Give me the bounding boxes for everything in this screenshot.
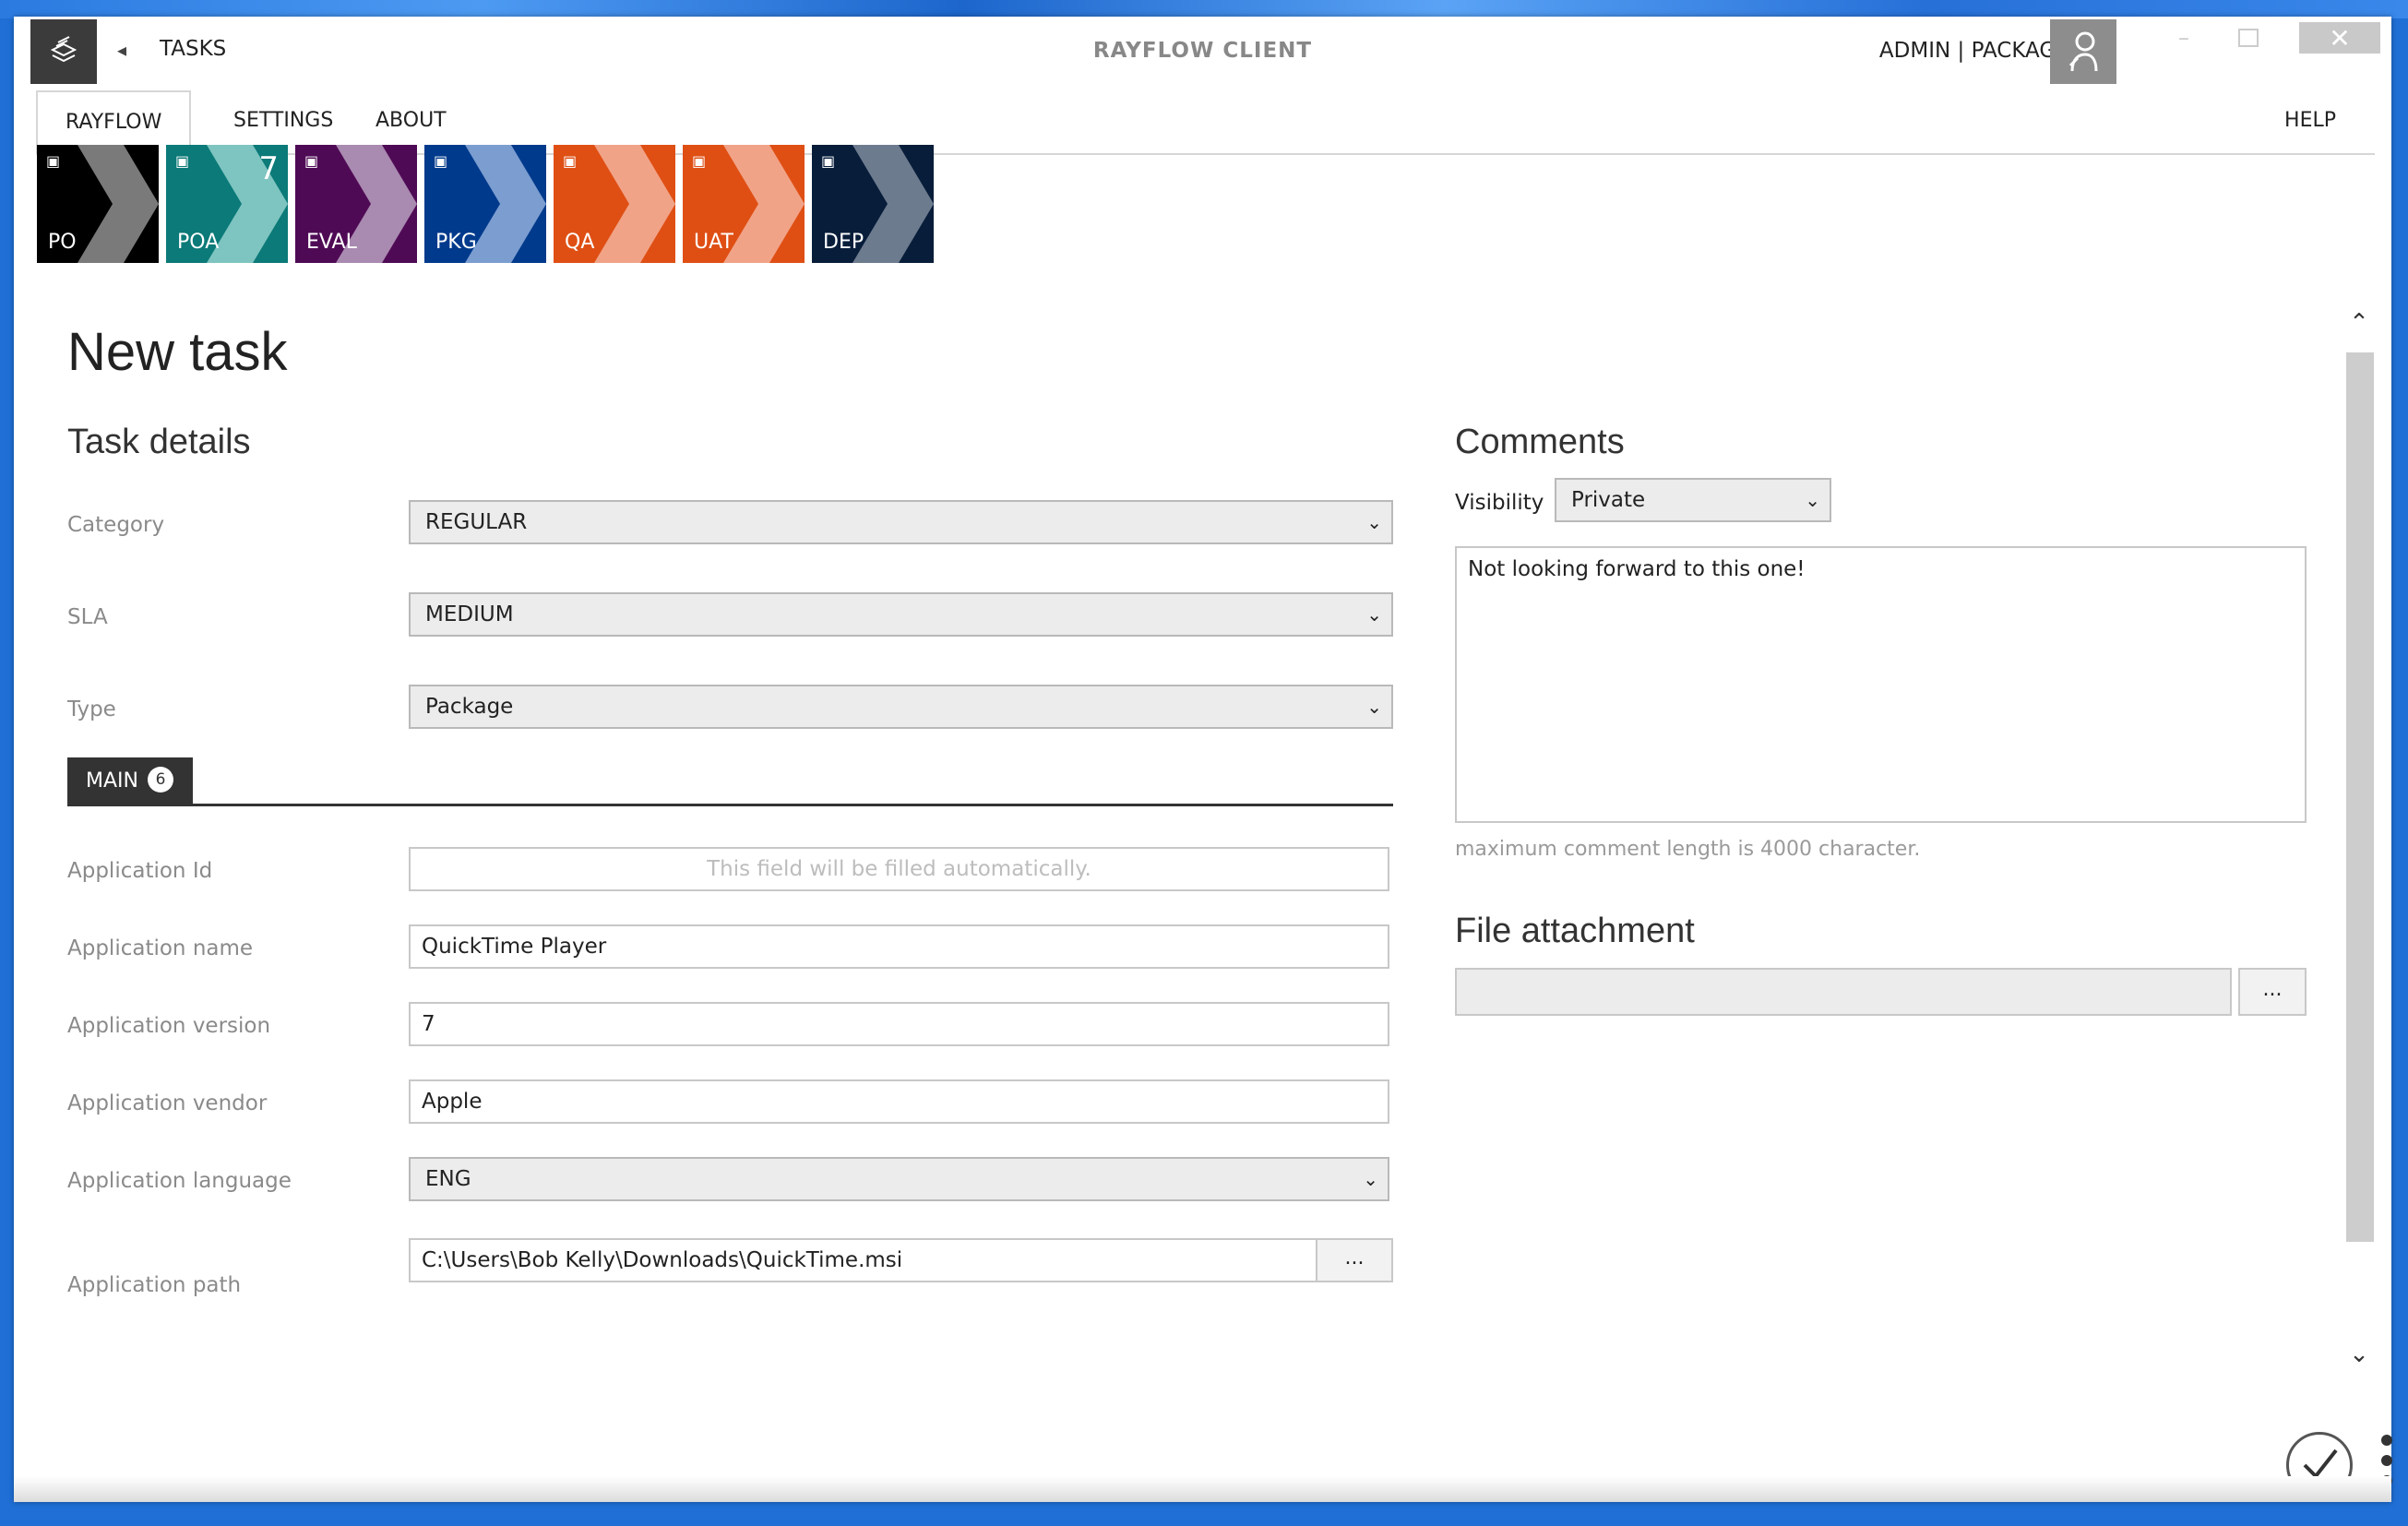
application-id-field[interactable]: This field will be filled automatically. [409,847,1389,891]
scroll-up-icon[interactable]: ⌃ [2343,303,2375,343]
comment-length-hint: maximum comment length is 4000 character… [1455,838,1921,861]
page-title: New task [67,322,288,382]
maximize-button[interactable] [2216,22,2281,54]
category-label: Category [67,513,165,537]
maximize-icon [2238,29,2259,47]
stage-label: DEP [823,231,864,254]
tab-main[interactable]: MAIN 6 [67,757,193,805]
chevron-down-icon: ⌄ [1366,511,1382,533]
application-version-label: Application version [67,1014,271,1038]
visibility-value: Private [1571,488,1646,512]
app-window: ◂ TASKS RAYFLOW CLIENT ADMIN | PACKAGING… [14,17,2392,1502]
chevron-down-icon: ⌄ [1366,696,1382,718]
app-logo-icon[interactable] [30,19,97,84]
tab-main-label: MAIN [86,769,138,793]
file-attachment-browse-button[interactable]: ... [2238,968,2307,1016]
application-language-value: ENG [425,1167,471,1191]
stage-label: PKG [435,231,477,254]
stage-icon: ▣ [821,152,836,170]
visibility-select[interactable]: Private ⌄ [1555,478,1831,522]
stage-tile-po[interactable]: ▣ PO [37,145,159,263]
application-name-input[interactable]: QuickTime Player [409,924,1389,969]
stage-icon: ▣ [692,152,707,170]
menu-item-settings[interactable]: SETTINGS [206,90,361,151]
chevron-down-icon: ⌄ [1366,603,1382,626]
visibility-label: Visibility [1455,491,1544,515]
tab-underline [67,804,1393,806]
chevron-down-icon: ⌄ [1363,1168,1378,1190]
menu-item-about[interactable]: ABOUT [348,90,474,151]
stage-tile-eval[interactable]: ▣ EVAL [295,145,417,263]
stage-tile-dep[interactable]: ▣ DEP [812,145,934,263]
file-attachment-title: File attachment [1455,912,1695,950]
application-path-browse-button[interactable]: ... [1316,1238,1393,1282]
stage-icon: ▣ [563,152,578,170]
comment-textarea[interactable]: Not looking forward to this one! [1455,546,2307,823]
application-path-label: Application path [67,1273,242,1297]
close-icon: ✕ [2329,22,2351,54]
scroll-thumb[interactable] [2346,352,2374,1242]
stage-label: QA [565,231,595,254]
back-arrow-icon[interactable]: ◂ [117,39,126,61]
application-path-input[interactable]: C:\Users\Bob Kelly\Downloads\QuickTime.m… [409,1238,1328,1282]
stage-icon: ▣ [434,152,448,170]
nav-title[interactable]: TASKS [160,37,226,61]
application-name-label: Application name [67,936,254,960]
application-version-input[interactable]: 7 [409,1002,1389,1046]
task-details-title: Task details [67,423,251,461]
close-button[interactable]: ✕ [2299,22,2380,54]
stage-label: UAT [694,231,733,254]
application-vendor-input[interactable]: Apple [409,1079,1389,1124]
minimize-button[interactable]: – [2152,22,2216,54]
stage-label: POA [177,231,220,254]
type-select[interactable]: Package ⌄ [409,685,1393,729]
tab-main-count-badge: 6 [147,767,173,793]
stage-label: PO [48,231,77,254]
type-label: Type [67,697,116,721]
stage-icon: ▣ [46,152,61,170]
stage-icon: ▣ [175,152,190,170]
vertical-scrollbar[interactable]: ⌃ ⌄ [2343,303,2375,1375]
stage-tile-pkg[interactable]: ▣ PKG [424,145,546,263]
application-id-label: Application Id [67,859,213,883]
stage-count: 7 [258,150,279,187]
application-language-select[interactable]: ENG ⌄ [409,1157,1389,1201]
stage-icon: ▣ [304,152,319,170]
category-value: REGULAR [425,510,528,534]
application-vendor-label: Application vendor [67,1091,268,1115]
stage-tile-uat[interactable]: ▣ UAT [683,145,805,263]
application-language-label: Application language [67,1169,292,1193]
category-select[interactable]: REGULAR ⌄ [409,500,1393,544]
menu-item-help[interactable]: HELP [2257,90,2364,151]
chevron-down-icon: ⌄ [1805,489,1820,511]
stage-tile-poa[interactable]: ▣ POA 7 [166,145,288,263]
type-value: Package [425,695,514,719]
sla-value: MEDIUM [425,602,514,626]
window-bottom-edge [14,1476,2391,1502]
stage-label: EVAL [306,231,357,254]
stage-tile-qa[interactable]: ▣ QA [554,145,675,263]
scroll-down-icon[interactable]: ⌄ [2343,1334,2375,1375]
file-attachment-field[interactable] [1455,968,2232,1016]
sla-label: SLA [67,605,108,629]
sla-select[interactable]: MEDIUM ⌄ [409,592,1393,637]
desktop-background [0,0,2408,18]
user-icon [2068,31,2098,72]
avatar[interactable] [2050,19,2116,84]
comments-title: Comments [1455,423,1625,461]
